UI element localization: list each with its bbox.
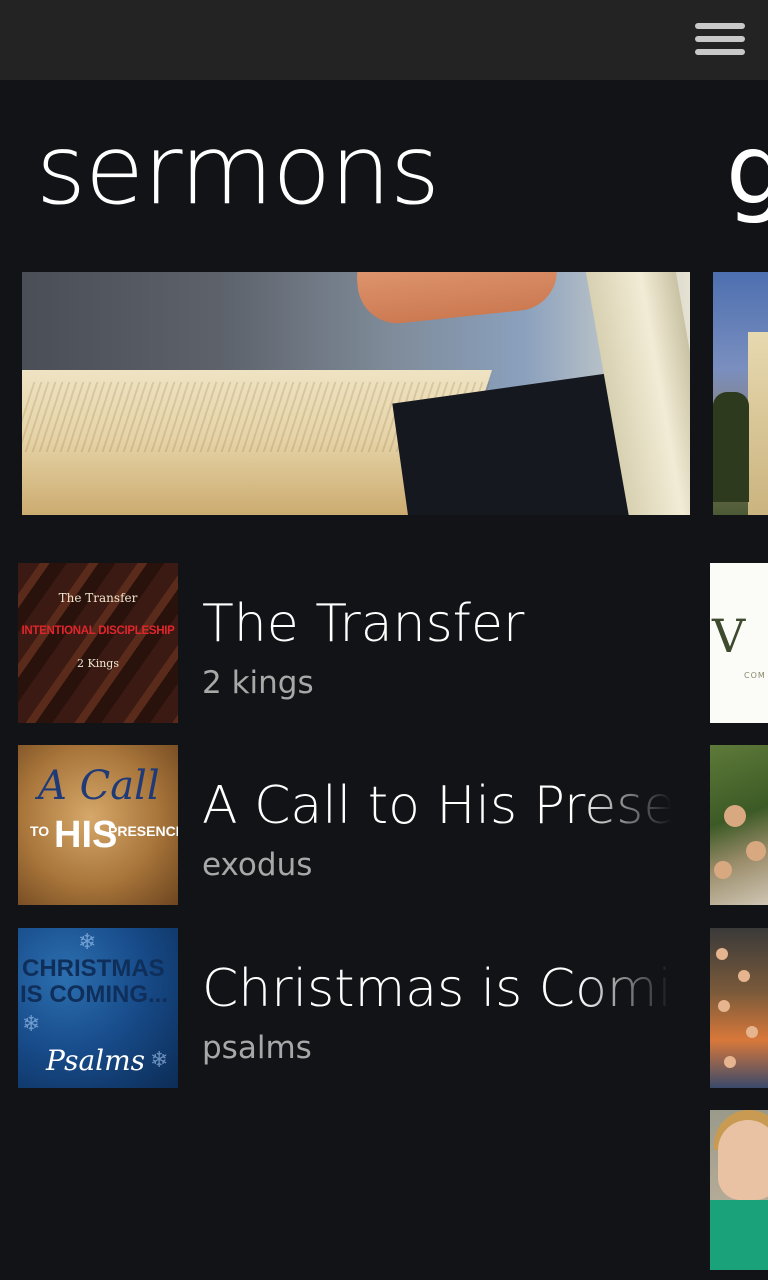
menu-bar-line <box>695 36 745 42</box>
sermon-thumbnail: ❄ ❄ ❄ CHRISTMAS IS COMING... Psalms <box>18 928 178 1088</box>
tree <box>713 392 749 502</box>
thumb-text: 2 Kings <box>76 657 119 670</box>
sermon-title: Christmas is Coming <box>202 959 672 1019</box>
logo-subtext: COM <box>744 671 766 680</box>
snowflake-icon: ❄ <box>150 1048 169 1073</box>
thumb-text: Psalms <box>46 1044 146 1077</box>
person-photo <box>714 861 732 879</box>
person-photo <box>718 1000 730 1012</box>
thumb-text: TO <box>30 823 50 839</box>
snowflake-icon: ❄ <box>22 1012 41 1037</box>
person-photo <box>724 1056 736 1068</box>
thumb-text: The Transfer <box>58 591 138 605</box>
thumb-text: IS COMING... <box>20 981 169 1008</box>
church-tower <box>748 332 768 515</box>
sermon-item[interactable]: A Call TO HIS PRESENCE A Call to His Pre… <box>18 745 690 905</box>
next-section-logo-tile[interactable]: V COM <box>710 563 768 723</box>
person-photo <box>710 1200 768 1270</box>
thumb-text: A Call <box>38 763 160 809</box>
hamburger-menu-icon[interactable] <box>688 18 752 62</box>
person-photo <box>746 1026 758 1038</box>
hero-image[interactable] <box>22 272 690 515</box>
person-photo <box>716 948 728 960</box>
sermon-item[interactable]: ❄ ❄ ❄ CHRISTMAS IS COMING... Psalms Chri… <box>18 928 690 1088</box>
sermon-title: The Transfer <box>202 594 525 654</box>
thumb-text: INTENTIONAL DISCIPLESHIP <box>21 625 175 637</box>
sermon-title: A Call to His Presence <box>202 776 672 836</box>
menu-bar-line <box>695 49 745 55</box>
thumb-text: PRESENCE <box>108 823 178 839</box>
logo-letter: V <box>712 609 746 663</box>
section-title: sermons <box>36 114 440 226</box>
sermon-subtitle: exodus <box>202 847 313 883</box>
sermon-item[interactable]: The Transfer INTENTIONAL DISCIPLESHIP 2 … <box>18 563 690 723</box>
person-photo <box>718 1120 768 1200</box>
sermon-subtitle: psalms <box>202 1030 312 1066</box>
sermon-thumbnail: A Call TO HIS PRESENCE <box>18 745 178 905</box>
sermon-thumbnail: The Transfer INTENTIONAL DISCIPLESHIP 2 … <box>18 563 178 723</box>
snowflake-icon: ❄ <box>78 930 97 955</box>
menu-bar-line <box>695 23 745 29</box>
app-bar <box>0 0 768 80</box>
next-section-photo-tile[interactable] <box>710 928 768 1088</box>
sermon-subtitle: 2 kings <box>202 665 314 701</box>
person-photo <box>746 841 766 861</box>
thumb-text: CHRISTMAS <box>22 955 165 982</box>
person-photo <box>724 805 746 827</box>
next-section-photo-tile[interactable] <box>710 745 768 905</box>
next-section-title-peek[interactable]: g <box>726 110 768 230</box>
next-section-photo-tile[interactable] <box>710 1110 768 1270</box>
person-photo <box>738 970 750 982</box>
next-section-hero-peek[interactable] <box>713 272 768 515</box>
